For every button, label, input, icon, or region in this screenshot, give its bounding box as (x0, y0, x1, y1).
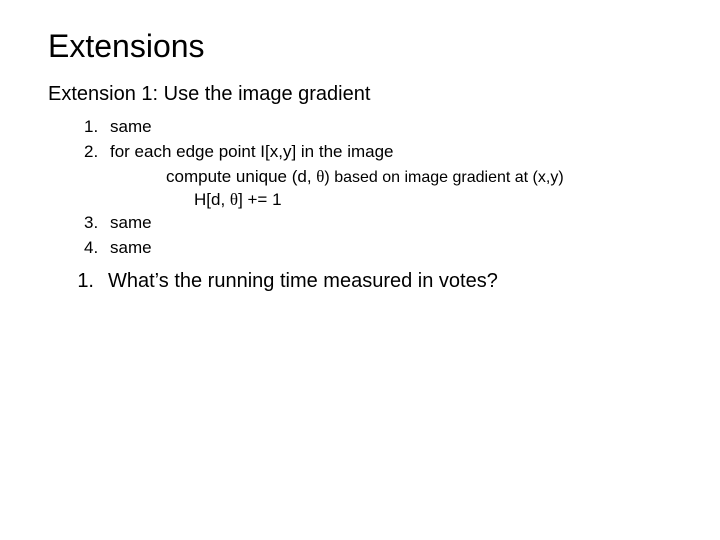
step-2-line-b: H[d, θ] += 1 (194, 189, 672, 212)
algorithm-steps: 1. same 2. for each edge point I[x,y] in… (84, 116, 672, 260)
step-number: 4. (84, 237, 110, 260)
step-text: same (110, 212, 152, 235)
step-2-line-a: compute unique (d, θ) based on image gra… (166, 166, 672, 189)
theta-symbol: θ (230, 190, 238, 209)
text-fragment: compute unique (d, (166, 167, 316, 186)
slide: Extensions Extension 1: Use the image gr… (0, 0, 720, 540)
text-fragment: ] += 1 (238, 190, 281, 209)
question-list: 1. What’s the running time measured in v… (48, 268, 672, 295)
slide-title: Extensions (48, 28, 672, 65)
step-text: same (110, 116, 152, 139)
text-fragment: ) based on image gradient at (x,y) (324, 169, 563, 186)
step-number: 2. (84, 141, 110, 164)
step-number: 3. (84, 212, 110, 235)
question-text: What’s the running time measured in vote… (108, 268, 498, 295)
step-2: 2. for each edge point I[x,y] in the ima… (84, 141, 672, 164)
step-number: 1. (84, 116, 110, 139)
text-fragment: H[d, (194, 190, 230, 209)
step-text: for each edge point I[x,y] in the image (110, 141, 394, 164)
question-number: 1. (48, 268, 108, 295)
question-1: 1. What’s the running time measured in v… (48, 268, 672, 295)
step-1: 1. same (84, 116, 672, 139)
step-4: 4. same (84, 237, 672, 260)
extension-subtitle: Extension 1: Use the image gradient (48, 83, 672, 106)
step-3: 3. same (84, 212, 672, 235)
step-text: same (110, 237, 152, 260)
